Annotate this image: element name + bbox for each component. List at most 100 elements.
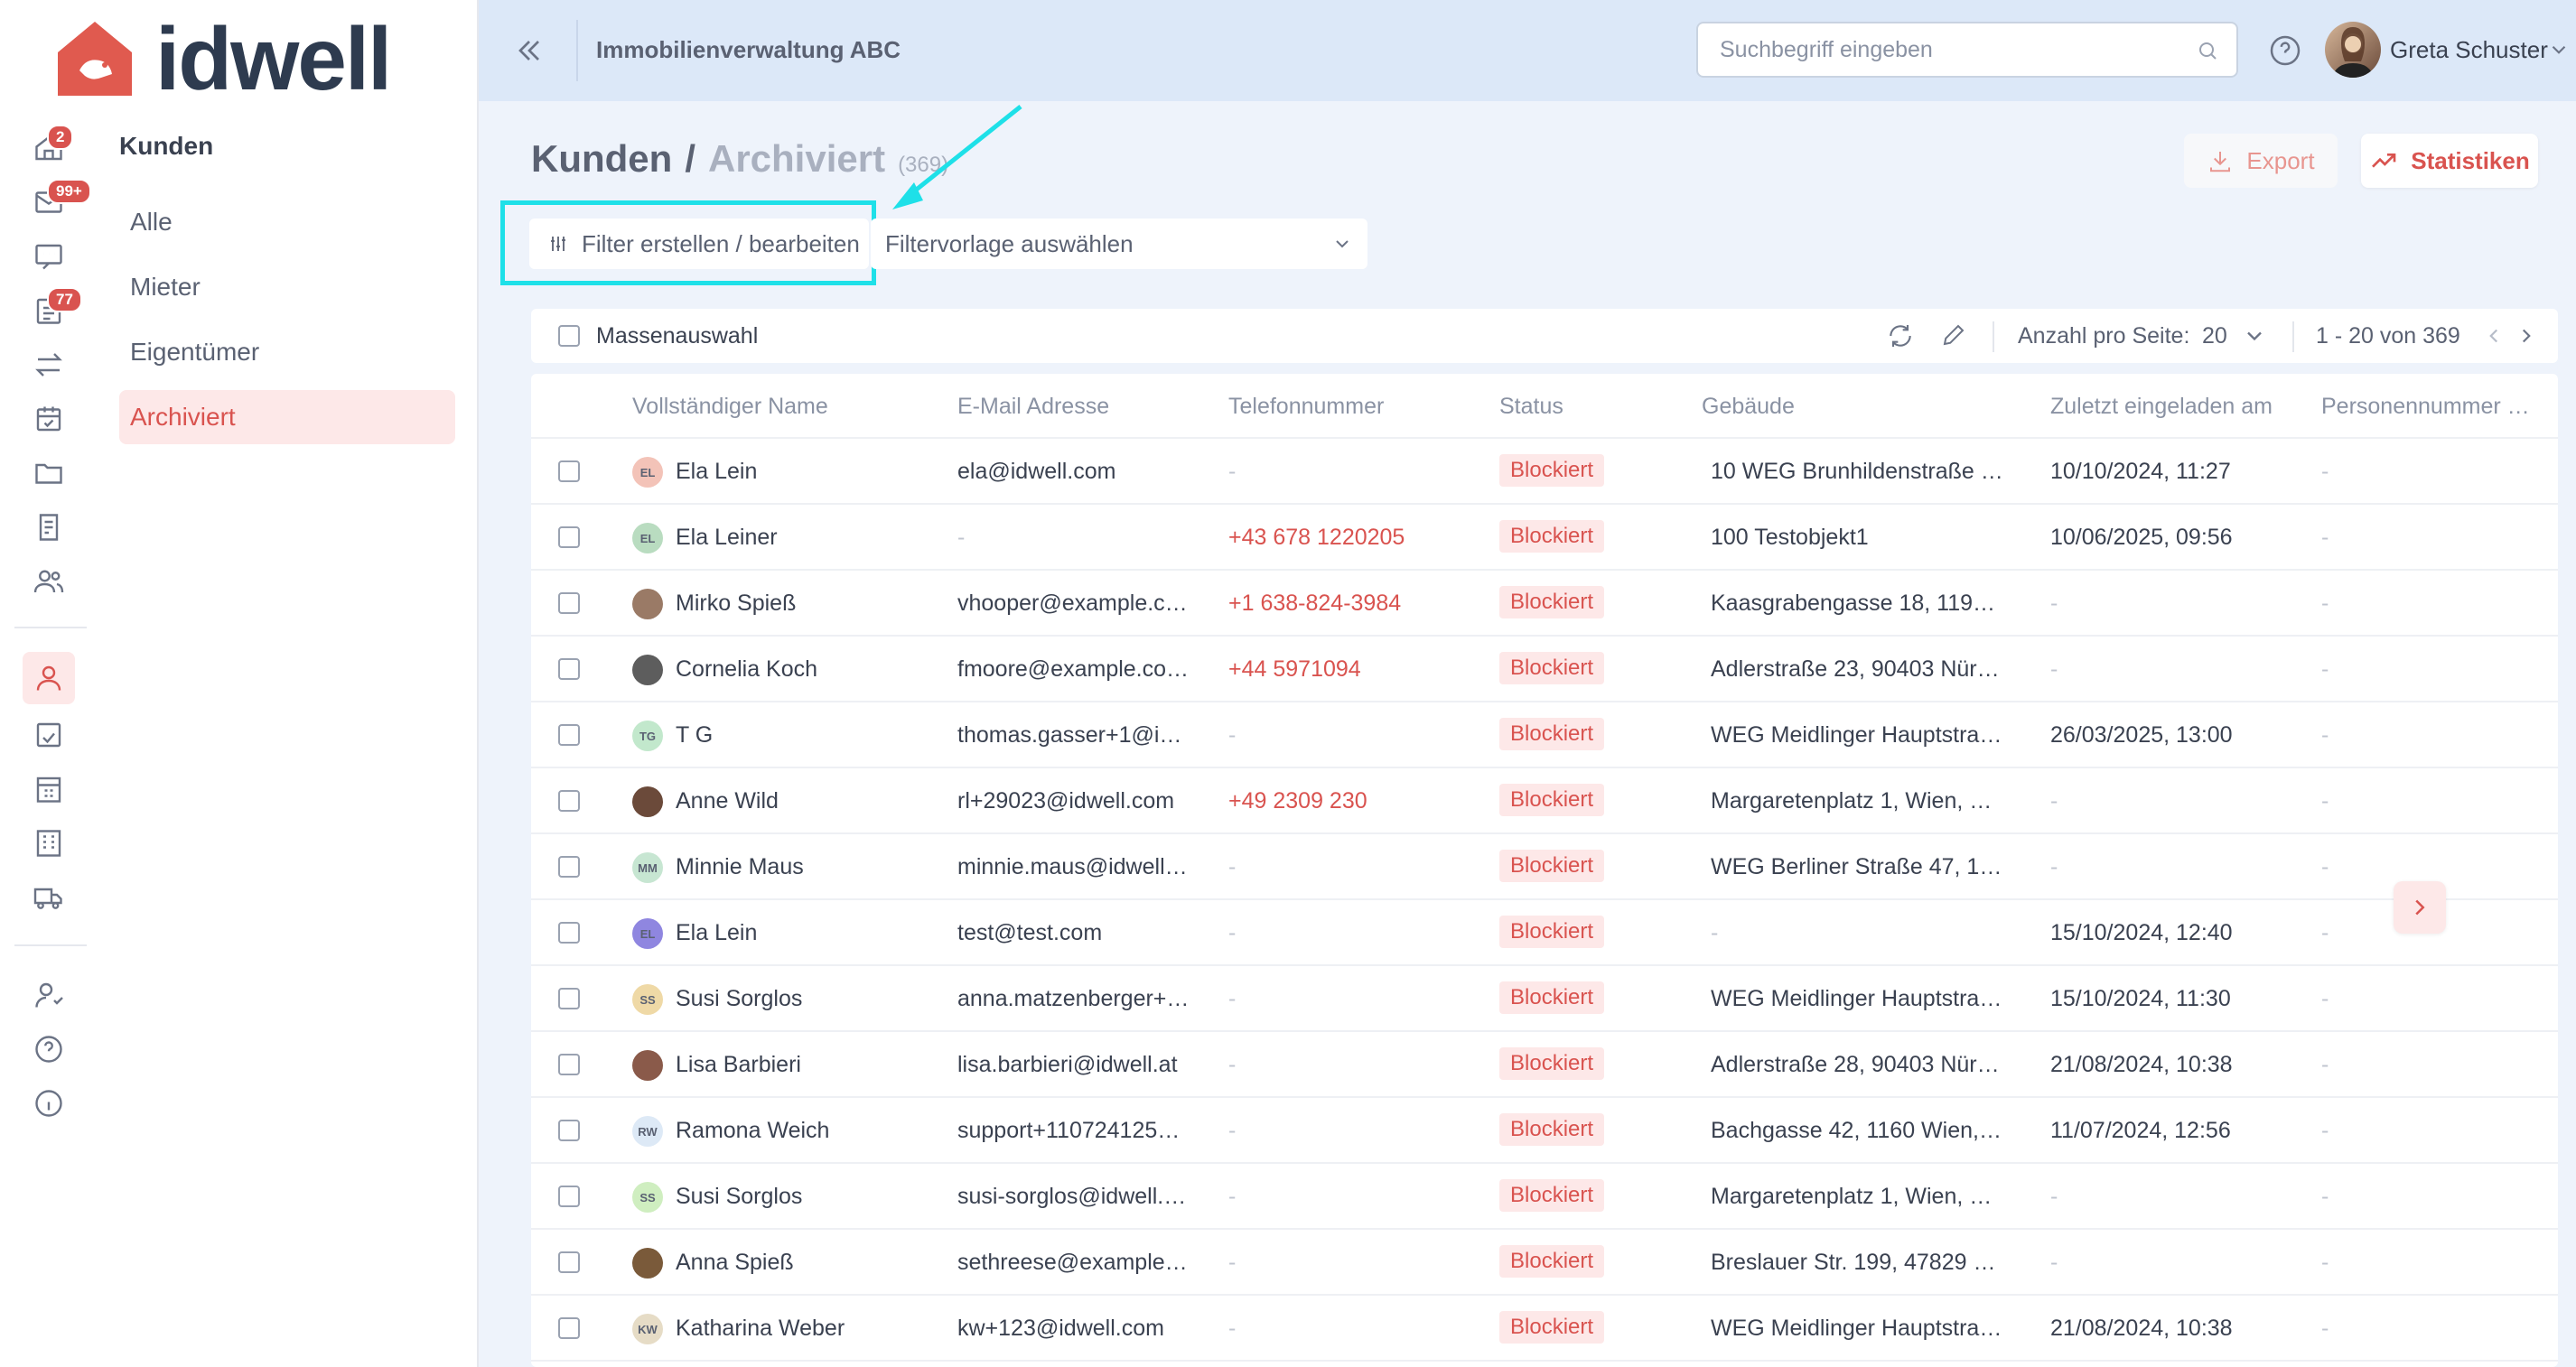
row-checkbox[interactable] — [558, 922, 580, 944]
per-page-select[interactable]: 20 — [2202, 323, 2227, 349]
customer-building: WEG Meidlinger Hauptstra… — [1711, 1316, 2002, 1341]
customer-name[interactable]: Susi Sorglos — [676, 1184, 802, 1210]
table-row[interactable]: TG T G thomas.gasser+1@i… - Blockiert WEG Mei… — [531, 702, 2558, 768]
customer-name[interactable]: Mirko Spieß — [676, 591, 796, 617]
table-row[interactable]: SS Susi Sorglos susi-sorglos@idwell.… - Bloc… — [531, 1164, 2558, 1230]
row-checkbox[interactable] — [558, 592, 580, 614]
row-checkbox[interactable] — [558, 1054, 580, 1075]
subnav-item-eigentuemer[interactable]: Eigentümer — [119, 325, 455, 379]
chevron-down-icon[interactable] — [2242, 323, 2267, 349]
customer-phone[interactable]: +43 678 1220205 — [1228, 525, 1405, 551]
table-row[interactable]: Cornelia Koch fmoore@example.co… +44 59710… — [531, 637, 2558, 702]
row-checkbox[interactable] — [558, 988, 580, 1009]
row-checkbox[interactable] — [558, 658, 580, 680]
column-header-phone[interactable]: Telefonnummer — [1228, 394, 1384, 420]
avatar: MM — [632, 852, 663, 883]
refresh-icon[interactable] — [1886, 321, 1915, 350]
customer-phone[interactable]: +1 638-824-3984 — [1228, 591, 1401, 617]
table-row[interactable]: EL Ela Lein ela@idwell.com - Blockiert 10 WEG… — [531, 439, 2558, 505]
column-header-status[interactable]: Status — [1499, 394, 1563, 420]
chevron-right-icon[interactable] — [2515, 323, 2538, 349]
table-row[interactable]: Mirko Spieß vhooper@example.c… +1 638-824-… — [531, 571, 2558, 637]
person-icon[interactable] — [23, 652, 75, 704]
users-icon[interactable] — [31, 563, 67, 600]
row-checkbox[interactable] — [558, 724, 580, 746]
customer-name[interactable]: Minnie Maus — [676, 854, 804, 880]
customer-name[interactable]: Ela Lein — [676, 920, 757, 946]
customer-name[interactable]: Anna Spieß — [676, 1250, 794, 1276]
column-header-name[interactable]: Vollständiger Name — [632, 394, 828, 420]
chat-icon[interactable] — [31, 238, 67, 274]
row-checkbox[interactable] — [558, 1251, 580, 1273]
search-input[interactable] — [1720, 23, 2189, 76]
chevron-down-icon[interactable] — [2547, 38, 2571, 61]
search-icon[interactable] — [2197, 40, 2218, 61]
calendar-icon[interactable] — [31, 401, 67, 437]
collapse-sidebar-icon[interactable] — [511, 33, 547, 69]
filter-edit-button[interactable]: Filter erstellen / bearbeiten — [529, 219, 869, 269]
customer-building: 10 WEG Brunhildenstraße … — [1711, 459, 2003, 484]
customer-name[interactable]: Katharina Weber — [676, 1316, 845, 1342]
building-icon[interactable] — [31, 771, 67, 807]
table-row[interactable]: EL Ela Leiner - +43 678 1220205 Blockiert 100… — [531, 505, 2558, 571]
column-header-invited[interactable]: Zuletzt eingeladen am — [2050, 394, 2273, 420]
row-checkbox[interactable] — [558, 460, 580, 482]
organization-name: Immobilienverwaltung ABC — [596, 36, 901, 63]
transfer-icon[interactable] — [31, 347, 67, 383]
table-row[interactable]: KW Katharina Weber kw+123@idwell.com - Block… — [531, 1296, 2558, 1362]
customer-name[interactable]: Anne Wild — [676, 788, 779, 814]
help-circle-icon[interactable] — [2267, 33, 2303, 69]
pencil-icon[interactable] — [1940, 321, 1967, 349]
row-checkbox[interactable] — [558, 856, 580, 878]
table-row[interactable]: Anna Spieß sethreese@example… - Blockiert Br… — [531, 1230, 2558, 1296]
truck-icon[interactable] — [31, 879, 67, 916]
info-icon[interactable] — [31, 1085, 67, 1121]
customer-name[interactable]: T G — [676, 722, 713, 749]
chevron-left-icon[interactable] — [2482, 323, 2506, 349]
subnav-item-archiviert[interactable]: Archiviert — [119, 390, 455, 444]
user-settings-icon[interactable] — [31, 977, 67, 1013]
row-checkbox[interactable] — [558, 1120, 580, 1141]
table-row[interactable]: RW Ramona Weich support+110724125… - Blockie… — [531, 1098, 2558, 1164]
customer-name[interactable]: Susi Sorglos — [676, 986, 802, 1012]
scroll-right-button[interactable] — [2394, 881, 2446, 934]
table-row[interactable]: Anne Wild rl+29023@idwell.com +49 2309 230… — [531, 768, 2558, 834]
customer-phone[interactable]: +49 2309 230 — [1228, 788, 1367, 814]
subnav-item-alle[interactable]: Alle — [119, 195, 455, 249]
customer-name[interactable]: Ramona Weich — [676, 1118, 829, 1144]
apartments-icon[interactable] — [31, 825, 67, 861]
row-checkbox[interactable] — [558, 526, 580, 548]
filter-template-select[interactable]: Filtervorlage auswählen — [871, 219, 1367, 269]
search-box[interactable] — [1696, 22, 2238, 78]
column-header-person-number[interactable]: Personennummer … — [2321, 394, 2530, 420]
document-check-icon[interactable] — [31, 717, 67, 753]
title-section[interactable]: Kunden — [531, 137, 672, 181]
customer-email: fmoore@example.co… — [957, 656, 1190, 682]
column-header-email[interactable]: E-Mail Adresse — [957, 394, 1109, 420]
customer-name[interactable]: Ela Leiner — [676, 525, 778, 551]
invoice-icon[interactable] — [31, 509, 67, 545]
table-row[interactable]: MM Minnie Maus minnie.maus@idwell… - Blockie… — [531, 834, 2558, 900]
customer-phone[interactable]: +44 5971094 — [1228, 656, 1361, 683]
user-name[interactable]: Greta Schuster — [2390, 36, 2548, 64]
statistics-button[interactable]: Statistiken — [2361, 134, 2538, 188]
table-row[interactable]: Lisa Barbieri lisa.barbieri@idwell.at - Blo… — [531, 1032, 2558, 1098]
row-checkbox[interactable] — [558, 1186, 580, 1207]
row-checkbox[interactable] — [558, 790, 580, 812]
subnav-item-mieter[interactable]: Mieter — [119, 260, 455, 314]
customer-name[interactable]: Ela Lein — [676, 459, 757, 485]
help-icon[interactable] — [31, 1031, 67, 1067]
customer-name[interactable]: Lisa Barbieri — [676, 1052, 801, 1078]
user-avatar[interactable] — [2325, 22, 2381, 78]
customer-email: minnie.maus@idwell… — [957, 854, 1188, 879]
row-checkbox[interactable] — [558, 1317, 580, 1339]
customer-name[interactable]: Cornelia Koch — [676, 656, 817, 683]
table-row[interactable]: EL Ela Lein test@test.com - Blockiert - 15/10/… — [531, 900, 2558, 966]
export-button[interactable]: Export — [2184, 134, 2338, 188]
mass-select-checkbox[interactable] — [558, 325, 580, 347]
folder-icon[interactable] — [31, 455, 67, 491]
logo[interactable]: idwell — [52, 14, 392, 103]
column-header-building[interactable]: Gebäude — [1702, 394, 1795, 420]
mass-select-label[interactable]: Massenauswahl — [596, 323, 758, 349]
table-row[interactable]: SS Susi Sorglos anna.matzenberger+… - Blocki… — [531, 966, 2558, 1032]
